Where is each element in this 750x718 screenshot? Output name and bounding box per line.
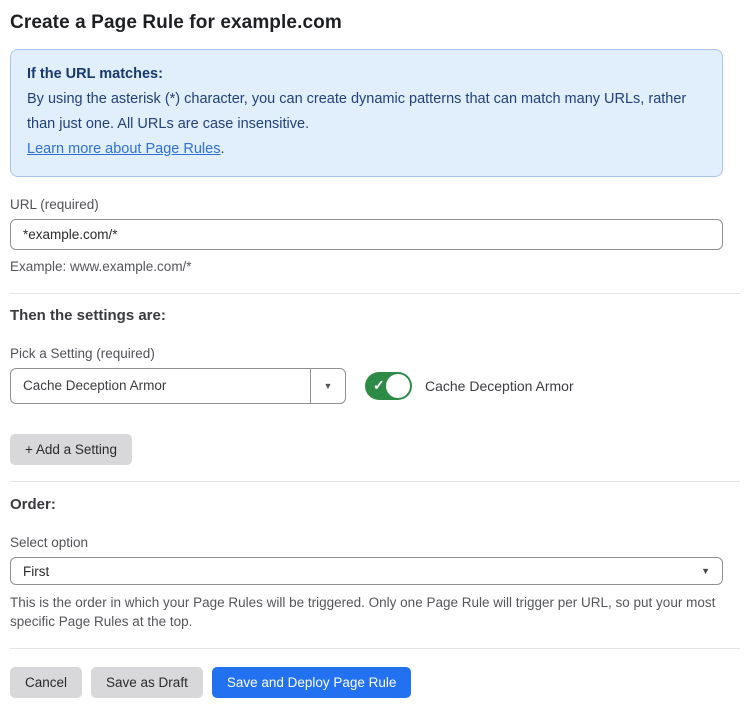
url-input[interactable]: [10, 219, 723, 250]
url-helper-text: Example: www.example.com/*: [10, 257, 740, 276]
chevron-down-icon: ▼: [324, 382, 333, 391]
toggle-label: Cache Deception Armor: [425, 378, 574, 394]
footer-actions: Cancel Save as Draft Save and Deploy Pag…: [10, 667, 740, 698]
divider: [10, 648, 740, 649]
toggle-knob: [386, 374, 410, 398]
check-icon: ✓: [373, 377, 385, 394]
link-suffix: .: [220, 141, 224, 157]
order-select-value: First: [23, 564, 49, 579]
setting-select-value: Cache Deception Armor: [11, 369, 310, 403]
order-select[interactable]: First ▼: [10, 557, 723, 585]
page-title: Create a Page Rule for example.com: [10, 12, 740, 34]
info-box-link-line: Learn more about Page Rules.: [27, 137, 706, 162]
order-select-label: Select option: [10, 535, 740, 550]
url-match-info-box: If the URL matches: By using the asteris…: [10, 49, 723, 177]
order-helper-text: This is the order in which your Page Rul…: [10, 593, 740, 631]
save-as-draft-button[interactable]: Save as Draft: [91, 667, 203, 698]
divider: [10, 481, 740, 482]
cancel-button[interactable]: Cancel: [10, 667, 82, 698]
settings-section-heading: Then the settings are:: [10, 307, 740, 324]
create-page-rule-form: Create a Page Rule for example.com If th…: [0, 0, 750, 718]
divider: [10, 293, 740, 294]
url-label: URL (required): [10, 197, 740, 212]
chevron-down-icon: ▼: [701, 567, 710, 576]
setting-select[interactable]: Cache Deception Armor ▼: [10, 368, 346, 404]
add-setting-button[interactable]: + Add a Setting: [10, 434, 132, 465]
pick-setting-label: Pick a Setting (required): [10, 346, 740, 361]
info-box-body: By using the asterisk (*) character, you…: [27, 87, 706, 137]
setting-select-arrow-button[interactable]: ▼: [310, 369, 345, 403]
cache-deception-armor-toggle[interactable]: ✓: [365, 372, 412, 400]
setting-row: Cache Deception Armor ▼ ✓ Cache Deceptio…: [10, 368, 740, 404]
learn-more-link[interactable]: Learn more about Page Rules: [27, 141, 220, 157]
info-box-heading: If the URL matches:: [27, 62, 706, 87]
order-section-heading: Order:: [10, 496, 740, 513]
save-and-deploy-button[interactable]: Save and Deploy Page Rule: [212, 667, 412, 698]
